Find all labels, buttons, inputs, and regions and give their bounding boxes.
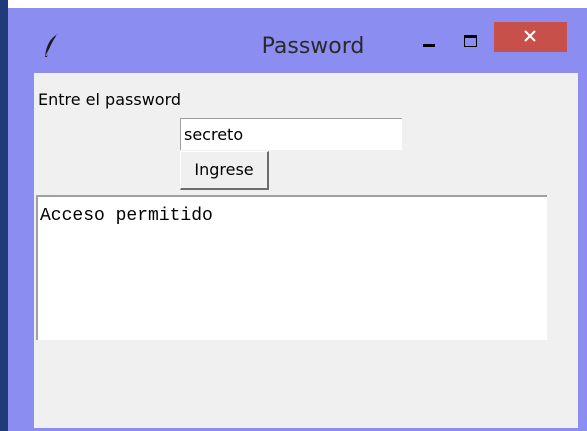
window: Password Entre el password Ingrese Acces… xyxy=(8,8,587,431)
maximize-icon xyxy=(464,35,477,47)
client-area: Entre el password Ingrese Acceso permiti… xyxy=(34,73,578,428)
maximize-button[interactable] xyxy=(454,30,488,58)
minimize-icon xyxy=(423,44,435,47)
output-text-area[interactable]: Acceso permitido xyxy=(36,195,547,340)
password-prompt-label: Entre el password xyxy=(38,90,182,109)
close-button[interactable] xyxy=(494,22,567,52)
submit-button[interactable]: Ingrese xyxy=(180,151,269,190)
password-input[interactable] xyxy=(180,118,402,150)
minimize-button[interactable] xyxy=(412,30,446,58)
desktop-background xyxy=(0,0,8,431)
window-title: Password xyxy=(261,34,365,59)
title-bar[interactable]: Password xyxy=(8,8,587,74)
feather-icon xyxy=(40,32,64,60)
close-icon xyxy=(524,30,536,42)
